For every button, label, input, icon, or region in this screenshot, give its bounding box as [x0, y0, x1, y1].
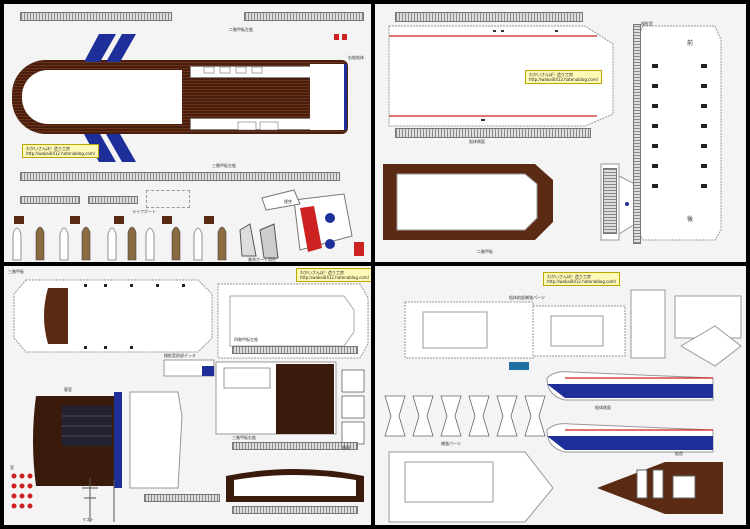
part-label: 煙突	[284, 199, 292, 204]
sheet4-drawing	[384, 289, 742, 523]
railing-strip	[144, 494, 220, 502]
sheet1-drawing	[12, 34, 364, 261]
part-label: 補強パーツ	[441, 441, 461, 446]
sheet-top-left: 二階甲板左舷 三階甲板左舷 ライフボート 煙突 救命ボート用台 右舷船体 わかい…	[4, 4, 371, 262]
url-address: http://wakai0412.hatenablog.com/	[547, 279, 617, 284]
part-label: 三階甲板右舷	[232, 435, 256, 440]
railing-strip	[20, 196, 80, 204]
url-note: わかいさんぼ！造り工房 http://wakai0412.hatenablog.…	[296, 268, 371, 282]
sheet3-drawing	[11, 279, 369, 522]
part-label: 窓	[10, 465, 14, 470]
sheet-bottom-left: わかいさんぼ！造り工房 http://wakai0412.hatenablog.…	[4, 266, 371, 525]
part-label: 救命ボート用台	[248, 257, 276, 262]
railing-strip	[232, 506, 358, 514]
sheet-top-right: わかいさんぼ！造り工房 http://wakai0412.hatenablog.…	[375, 4, 746, 262]
railing-strip	[232, 346, 358, 354]
url-address: http://wakai0412.hatenablog.com/	[26, 151, 96, 156]
part-label: 三階甲板	[8, 269, 24, 274]
part-label: 船首	[675, 451, 683, 456]
rear-mark: 後	[687, 216, 694, 223]
part-outline	[146, 190, 190, 208]
part-label: 四階甲板左舷	[234, 337, 258, 342]
part-label: 船体前部補強パーツ	[509, 295, 545, 300]
url-note: わかいさんぼ！造り工房 http://wakai0412.hatenablog.…	[22, 144, 100, 158]
railing-strip	[20, 172, 340, 181]
railing-strip	[88, 196, 138, 204]
url-address: http://wakai0412.hatenablog.com/	[529, 77, 599, 82]
railing-strip	[232, 442, 358, 450]
part-label: 船体側面	[595, 405, 611, 410]
part-label: 客室	[64, 387, 72, 392]
part-label: ライフボート	[132, 209, 156, 214]
part-label: 操舵室前部デッキ	[164, 353, 196, 358]
part-label: マスト	[82, 517, 94, 522]
part-label: 船体側面	[469, 139, 485, 144]
url-note: わかいさんぼ！造り工房 http://wakai0412.hatenablog.…	[543, 272, 621, 286]
front-mark: 前	[687, 40, 694, 47]
part-label: 右舷船体	[348, 55, 364, 60]
railing-strip	[633, 24, 641, 244]
railing-strip	[603, 168, 617, 234]
url-note: わかいさんぼ！造り工房 http://wakai0412.hatenablog.…	[525, 70, 603, 84]
part-label: 階段	[342, 445, 350, 450]
url-address: http://wakai0412.hatenablog.com/	[300, 275, 370, 280]
part-label: 二階甲板	[477, 249, 493, 254]
part-label: 操舵室	[641, 21, 653, 26]
part-label: 三階甲板左舷	[212, 163, 236, 168]
sheet-bottom-right: わかいさんぼ！造り工房 http://wakai0412.hatenablog.…	[375, 266, 746, 525]
